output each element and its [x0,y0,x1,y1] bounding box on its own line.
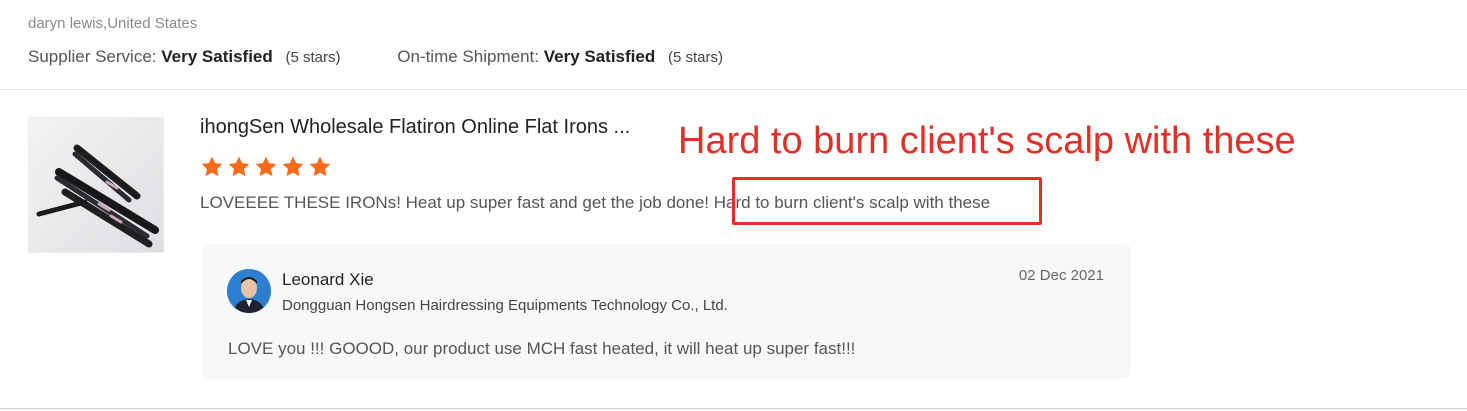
rating-on-time-shipment: On-time Shipment: Very Satisfied (5 star… [397,47,723,67]
annotation-text: Hard to burn client's scalp with these [678,120,1296,162]
supplier-reply-card: Leonard Xie Dongguan Hongsen Hairdressin… [201,244,1131,379]
person-icon [227,269,271,313]
flat-iron-image [36,144,159,248]
star-icon [255,156,277,177]
rating-supplier-service: Supplier Service: Very Satisfied (5 star… [28,47,341,67]
star-icon [282,156,304,177]
rating-count: (5 stars) [285,49,341,66]
rating-count: (5 stars) [667,49,723,66]
reply-company: Dongguan Hongsen Hairdressing Equipments… [282,297,728,314]
star-icon [201,156,223,177]
star-icon [228,156,250,177]
product-title[interactable]: ihongSen Wholesale Flatiron Online Flat … [200,116,630,139]
reply-date: 02 Dec 2021 [1018,267,1104,284]
product-thumbnail[interactable] [28,117,164,253]
rating-value: Very Satisfied [161,47,273,66]
star-icon [309,156,331,177]
reply-text: LOVE you !!! GOOOD, our product use MCH … [228,339,856,358]
rating-label: On-time Shipment: [397,47,539,66]
divider [0,89,1467,90]
annotation-highlight-box [732,177,1042,225]
reviewer-meta: daryn lewis,United States [28,15,198,32]
review-stars [200,155,332,179]
rating-label: Supplier Service: [28,47,157,66]
ratings-row: Supplier Service: Very Satisfied (5 star… [28,47,723,67]
rating-value: Very Satisfied [543,47,656,66]
avatar [227,269,271,313]
review-text-main: LOVEEEE THESE IRONs! Heat up super fast … [200,193,714,212]
reply-author-name: Leonard Xie [282,270,374,289]
divider [0,408,1467,409]
